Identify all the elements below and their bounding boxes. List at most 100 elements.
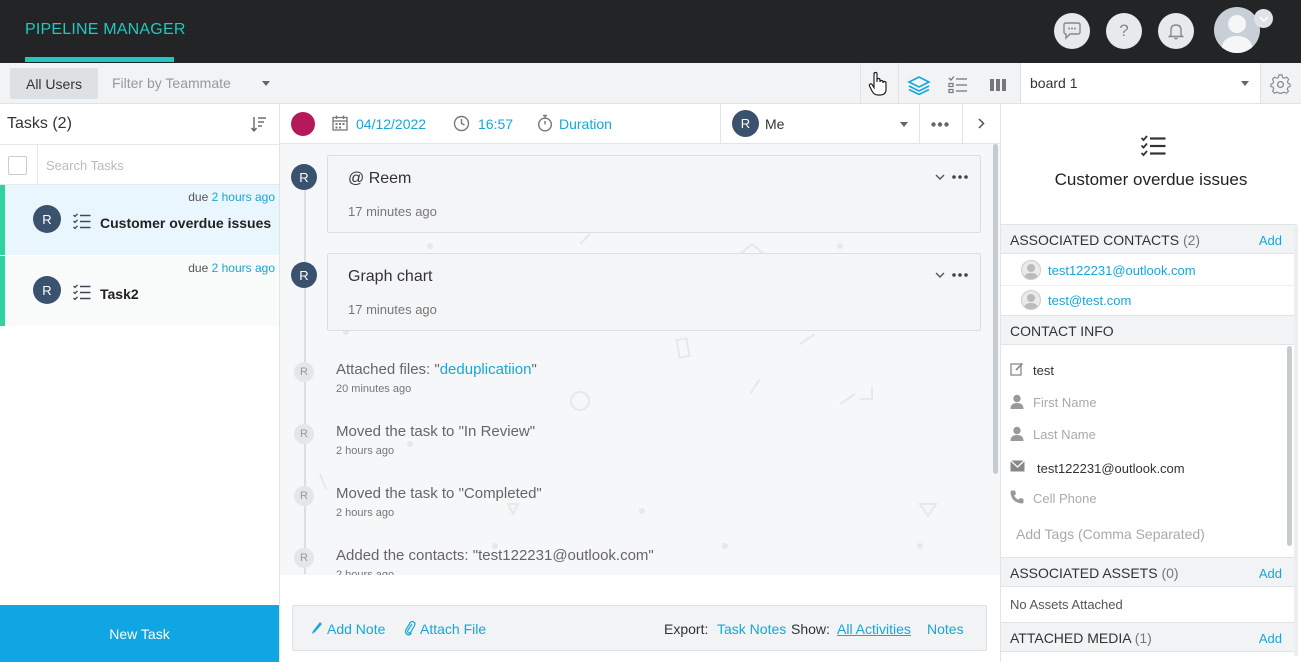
attachment-link[interactable]: deduplicatiion xyxy=(440,361,532,378)
task-item[interactable]: due 2 hours ago R Customer overdue issue… xyxy=(0,185,279,255)
layers-icon[interactable] xyxy=(907,75,931,95)
contact-info-header: CONTACT INFO xyxy=(1001,315,1297,345)
settings-icon[interactable] xyxy=(1270,74,1291,95)
task-item[interactable]: due 2 hours ago R Task2 xyxy=(0,256,279,326)
list-view-icon[interactable] xyxy=(948,76,968,94)
activity-text: Moved the task to "In Review" xyxy=(336,423,536,440)
checklist-icon xyxy=(73,284,91,300)
chevron-right-icon[interactable] xyxy=(978,118,985,129)
task-bar: 04/12/2022 16:57 Duration R Me xyxy=(280,104,1000,144)
divider xyxy=(37,145,38,185)
clock-icon[interactable] xyxy=(453,115,470,132)
select-all-checkbox[interactable] xyxy=(8,156,27,175)
board-select[interactable]: board 1 xyxy=(1020,63,1260,103)
tags-input[interactable]: Add Tags (Comma Separated) xyxy=(1016,526,1205,542)
sort-icon[interactable] xyxy=(251,116,267,132)
show-notes-link[interactable]: Notes xyxy=(927,621,964,637)
chevron-down-icon[interactable] xyxy=(935,272,945,278)
section-title: ASSOCIATED ASSETS (0) xyxy=(1010,565,1179,581)
details-scrollbar[interactable] xyxy=(1287,346,1292,546)
due-time[interactable]: 16:57 xyxy=(478,116,513,132)
duration-field[interactable]: Duration xyxy=(559,116,612,132)
avatar: R xyxy=(294,424,314,444)
note-card[interactable]: Graph chart 17 minutes ago xyxy=(327,253,981,331)
assignee-select[interactable]: R Me xyxy=(720,104,920,143)
add-contact-button[interactable]: Add xyxy=(1259,233,1282,248)
add-media-button[interactable]: Add xyxy=(1259,631,1282,646)
task-search-row: Search Tasks xyxy=(0,144,279,185)
notifications-button[interactable] xyxy=(1158,13,1194,49)
contact-email[interactable]: test@test.com xyxy=(1048,293,1131,308)
task-title: Task2 xyxy=(100,286,139,302)
show-all-activities-link[interactable]: All Activities xyxy=(837,621,911,637)
teammate-filter[interactable]: Filter by Teammate xyxy=(112,75,231,91)
avatar: R xyxy=(291,164,317,190)
section-title: CONTACT INFO xyxy=(1010,323,1114,339)
app-brand[interactable]: PIPELINE MANAGER xyxy=(25,21,186,39)
divider xyxy=(898,63,899,103)
tasks-title: Tasks (2) xyxy=(7,115,72,132)
filter-toolbar: All Users Filter by Teammate board 1 xyxy=(0,63,1301,104)
task-details-panel: Customer overdue issues ASSOCIATED CONTA… xyxy=(1000,104,1301,662)
timeline-footer: Add Note Attach File Export: Task Notes … xyxy=(292,605,987,651)
help-icon: ? xyxy=(1119,21,1129,40)
help-button[interactable]: ? xyxy=(1106,13,1142,49)
app-header: PIPELINE MANAGER ? xyxy=(0,0,1301,63)
paperclip-icon xyxy=(404,620,416,636)
checklist-icon xyxy=(73,213,91,229)
bell-icon xyxy=(1168,22,1184,40)
activity-time: 2 hours ago xyxy=(336,507,395,519)
no-assets-text: No Assets Attached xyxy=(1010,597,1123,612)
export-label: Export: xyxy=(664,621,709,637)
activity-timeline: R @ Reem 17 minutes ago R Graph chart 17… xyxy=(280,144,1000,662)
board-view-icon[interactable] xyxy=(990,79,1006,91)
brand-active-indicator xyxy=(25,57,174,62)
all-users-button[interactable]: All Users xyxy=(10,68,98,99)
caret-down-icon[interactable] xyxy=(1241,81,1249,86)
task-search-input[interactable]: Search Tasks xyxy=(46,158,124,173)
user-avatar[interactable] xyxy=(1214,7,1260,53)
divider xyxy=(1001,285,1297,286)
more-options-icon[interactable] xyxy=(931,122,949,127)
more-options-icon[interactable] xyxy=(952,175,968,179)
activity-time: 20 minutes ago xyxy=(336,383,412,395)
timeline-scrollbar[interactable] xyxy=(993,144,998,474)
new-task-button[interactable]: New Task xyxy=(0,605,279,662)
avatar: R xyxy=(294,362,314,382)
task-color-picker[interactable] xyxy=(291,112,315,136)
user-icon xyxy=(1010,426,1024,441)
add-note-button[interactable]: Add Note xyxy=(327,621,385,637)
details-scroll-track xyxy=(1294,226,1298,656)
avatar: R xyxy=(291,262,317,288)
add-asset-button[interactable]: Add xyxy=(1259,566,1282,581)
stopwatch-icon[interactable] xyxy=(537,114,553,132)
board-select-value: board 1 xyxy=(1030,75,1078,91)
contact-email[interactable]: test122231@outlook.com xyxy=(1048,263,1196,278)
chat-icon xyxy=(1061,21,1083,41)
calendar-icon[interactable] xyxy=(332,115,348,131)
chat-button[interactable] xyxy=(1054,13,1090,49)
avatar: R xyxy=(294,486,314,506)
section-title: ASSOCIATED CONTACTS (2) xyxy=(1010,232,1201,248)
export-task-notes-link[interactable]: Task Notes xyxy=(717,621,786,637)
caret-down-icon[interactable] xyxy=(262,81,270,86)
avatar: R xyxy=(33,276,61,304)
contact-avatar xyxy=(1021,290,1041,310)
task-title: Customer overdue issues xyxy=(100,215,272,231)
pen-icon xyxy=(311,621,323,635)
chevron-down-icon[interactable] xyxy=(935,174,945,180)
due-date[interactable]: 04/12/2022 xyxy=(356,116,426,132)
more-options-icon[interactable] xyxy=(952,273,968,277)
caret-down-icon[interactable] xyxy=(900,122,908,127)
note-card[interactable]: @ Reem 17 minutes ago xyxy=(327,155,981,233)
divider xyxy=(860,63,861,103)
note-time: 17 minutes ago xyxy=(348,204,437,219)
activity-time: 2 hours ago xyxy=(336,445,395,457)
phone-icon xyxy=(1010,490,1024,504)
chevron-down-icon[interactable] xyxy=(1254,9,1273,28)
avatar: R xyxy=(294,548,314,568)
attach-file-button[interactable]: Attach File xyxy=(420,621,486,637)
hand-cursor-icon xyxy=(868,71,888,97)
user-icon xyxy=(1010,394,1024,409)
show-label: Show: xyxy=(791,621,830,637)
